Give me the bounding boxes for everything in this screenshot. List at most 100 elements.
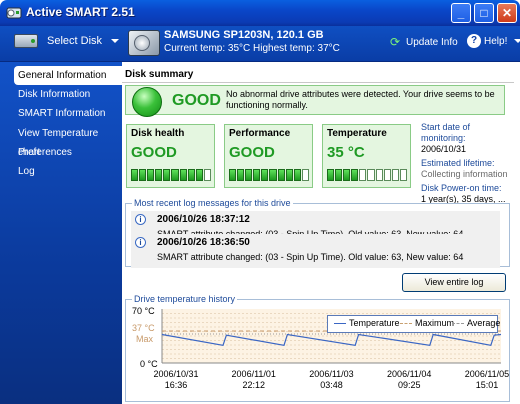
log-group: Most recent log messages for this drive … [125, 198, 510, 268]
log-date: 2006/10/26 18:37:12 [157, 214, 250, 225]
sidebar-item-temperature-chart[interactable]: View Temperature chart [14, 124, 122, 158]
legend-maximum-swatch [400, 322, 412, 324]
meter-segment [253, 169, 261, 181]
x-tick-time: 22:12 [242, 380, 265, 390]
x-tick-date: 2006/11/04 [387, 369, 431, 379]
help-label: Help! [484, 35, 508, 47]
chart-legend: Temperature Maximum Average [327, 315, 500, 333]
meter-segment [375, 169, 383, 181]
select-disk-label: Select Disk [47, 35, 103, 47]
log-group-title: Most recent log messages for this drive [132, 198, 293, 208]
meter-segment [351, 169, 359, 181]
performance-card: Performance GOOD [224, 124, 313, 188]
meter-segment [131, 169, 139, 181]
x-tick-date: 2006/11/03 [309, 369, 353, 379]
x-tick-labels: 2006/10/3116:36 2006/11/0122:12 2006/11/03… [153, 369, 509, 390]
card-title: Disk health [131, 128, 185, 139]
legend-temperature-swatch [334, 322, 346, 324]
meter-segment [383, 169, 391, 181]
main-panel: Disk summary GOOD No abnormal drive attr… [122, 62, 520, 404]
meter-segment [139, 169, 147, 181]
status-word: GOOD [172, 92, 221, 109]
meter-segment [335, 169, 343, 181]
status-banner: GOOD No abnormal drive attributes were d… [125, 85, 505, 117]
power-on-label: Disk Power-on time: [421, 183, 502, 193]
sidebar-item-smart-information[interactable]: SMART Information [14, 104, 122, 123]
card-title: Temperature [327, 128, 387, 139]
window-title: Active SMART 2.51 [26, 5, 135, 19]
meter-segment [195, 169, 203, 181]
legend-maximum: Maximum [400, 318, 454, 328]
x-tick-time: 03:48 [320, 380, 343, 390]
meter-segment [261, 169, 269, 181]
log-message: SMART attribute changed: (03 - Spin Up T… [157, 252, 464, 262]
header-bar: Select Disk SAMSUNG SP1203N, 120.1 GB Cu… [0, 26, 520, 62]
close-button[interactable]: ✕ [497, 3, 517, 23]
meter-segment [367, 169, 375, 181]
sidebar-item-log[interactable]: Log [14, 162, 122, 181]
start-date-value: 2006/10/31 [421, 144, 467, 154]
temperature-card: Temperature 35 °C [322, 124, 411, 188]
drive-name: SAMSUNG SP1203N, 120.1 GB [164, 29, 324, 41]
chevron-down-icon [111, 39, 120, 43]
log-date: 2006/10/26 18:36:50 [157, 237, 250, 248]
meter-segment [163, 169, 171, 181]
meter-segment [187, 169, 195, 181]
hard-disk-icon [14, 34, 38, 48]
disk-info-summary: Start date of monitoring: 2006/10/31 Est… [421, 122, 517, 205]
sidebar-item-preferences[interactable]: Preferences [14, 143, 122, 162]
meter-segment [277, 169, 285, 181]
temperature-history-group: Drive temperature history 70 °C 37 °C Ma… [125, 294, 510, 402]
view-entire-log-button[interactable]: View entire log [402, 273, 506, 292]
drive-icon [128, 30, 160, 56]
disk-health-card: Disk health GOOD [126, 124, 215, 188]
start-date-label: Start date of monitoring: [421, 122, 471, 143]
update-info-button[interactable]: ⟳ Update Info [390, 36, 458, 48]
x-tick-time: 16:36 [165, 380, 188, 390]
x-tick-date: 2006/11/01 [232, 369, 276, 379]
disk-health-meter [131, 169, 211, 181]
lifetime-value: Collecting information [421, 169, 508, 179]
legend-average: Average [452, 318, 500, 328]
meter-segment [293, 169, 301, 181]
refresh-icon: ⟳ [390, 35, 401, 49]
meter-segment [269, 169, 277, 181]
select-disk-button[interactable]: Select Disk [14, 34, 120, 48]
chevron-down-icon [514, 39, 520, 43]
sidebar-item-disk-information[interactable]: Disk Information [14, 85, 122, 104]
meter-segment [229, 169, 237, 181]
meter-segment [171, 169, 179, 181]
meter-segment [285, 169, 293, 181]
x-tick-time: 09:25 [398, 380, 421, 390]
title-bar: Active SMART 2.51 _ □ ✕ [0, 0, 520, 26]
info-icon: i [135, 237, 146, 248]
meter-segment [203, 169, 211, 181]
meter-segment [327, 169, 335, 181]
help-icon: ? [467, 34, 481, 48]
status-message: No abnormal drive attributes were detect… [226, 89, 495, 110]
help-button[interactable]: ? Help! [467, 34, 520, 48]
y-tick-top: 70 °C [132, 306, 155, 316]
x-tick-date: 2006/11/05 [465, 369, 509, 379]
page-title: Disk summary [125, 69, 194, 80]
lifetime-label: Estimated lifetime: [421, 158, 495, 168]
maximize-button[interactable]: □ [474, 3, 494, 23]
sidebar-item-general-information[interactable]: General Information [14, 66, 122, 85]
card-value: 35 °C [327, 144, 365, 161]
meter-segment [343, 169, 351, 181]
legend-temperature-label: Temperature [349, 318, 400, 328]
minimize-button[interactable]: _ [451, 3, 471, 23]
update-info-label: Update Info [406, 36, 458, 48]
meter-segment [391, 169, 399, 181]
drive-temperature: Current temp: 35°C Highest temp: 37°C [164, 43, 340, 54]
y-tick-bottom: 0 °C [140, 359, 158, 369]
meter-segment [359, 169, 367, 181]
sidebar: General Information Disk Information SMA… [0, 62, 122, 404]
y-tick-average: 37 °C [132, 323, 155, 333]
meter-segment [237, 169, 245, 181]
title-divider [122, 82, 514, 83]
info-icon: i [135, 214, 146, 225]
status-ok-icon [132, 87, 162, 117]
meter-segment [301, 169, 309, 181]
x-tick-time: 15:01 [476, 380, 499, 390]
